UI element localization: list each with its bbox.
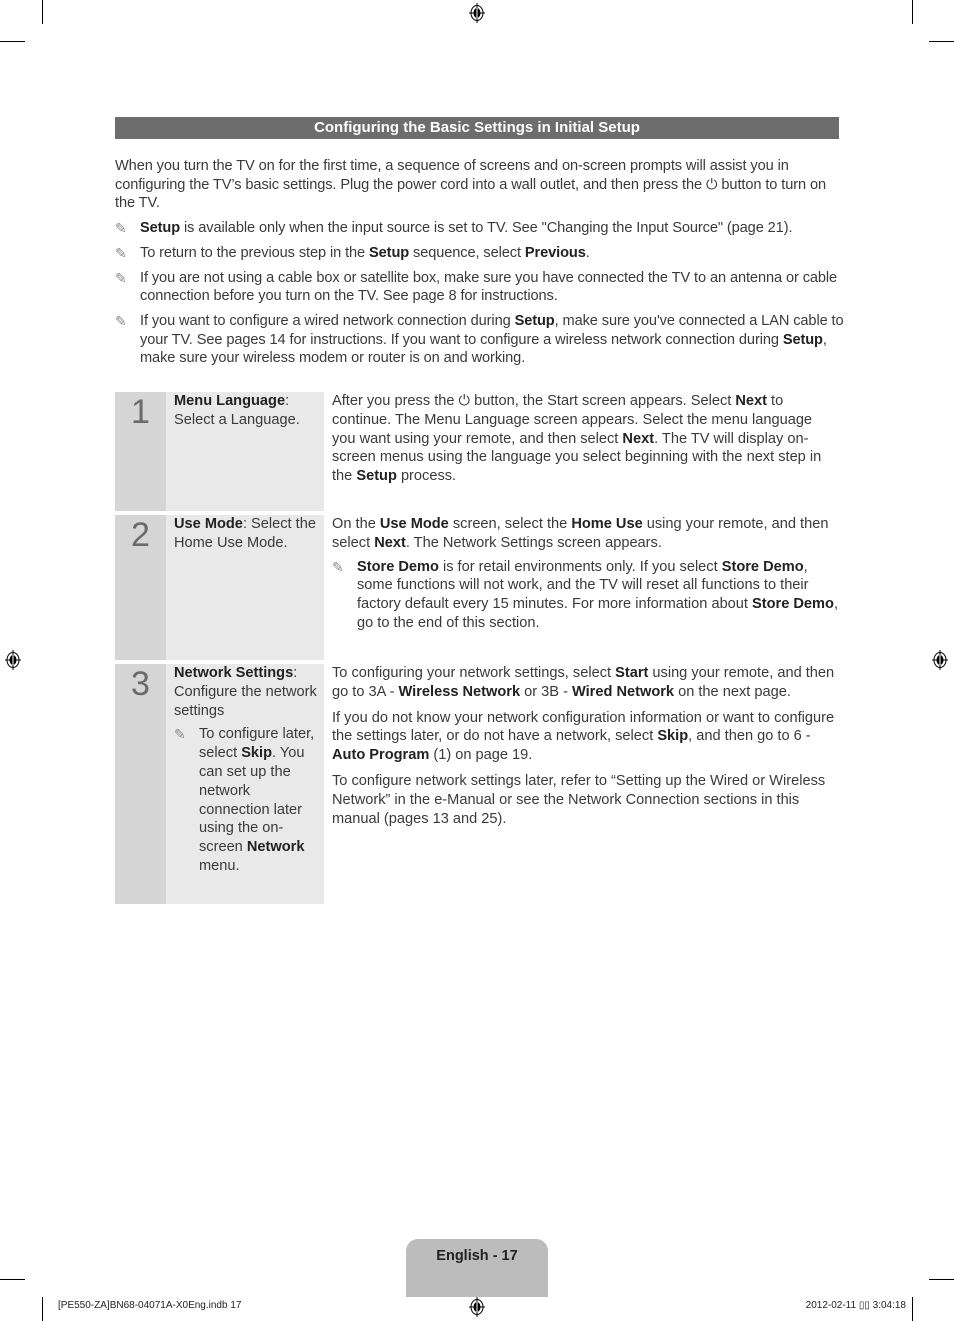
bold-term: Next <box>374 534 406 551</box>
bold-term: Store Demo <box>721 558 804 575</box>
step-label: Network Settings: Configure the network … <box>166 664 324 904</box>
bold-term: Use Mode <box>174 516 243 532</box>
text-run: screen, select the <box>448 516 572 532</box>
text-run: on the next page. <box>674 683 791 700</box>
bold-term: Setup <box>514 312 555 329</box>
note-pencil-icon: ✎ <box>115 244 127 261</box>
step-label: Menu Language: Select a Language. <box>166 392 324 511</box>
file-slug: [PE550-ZA]BN68-04071A-X0Eng.indb 17 <box>58 1300 242 1311</box>
intro-section: When you turn the TV on for the first ti… <box>115 157 845 368</box>
print-timestamp: 2012-02-11 ▯▯ 3:04:18 <box>805 1300 906 1311</box>
text-run: (1) on page 19. <box>429 747 533 764</box>
note: ✎ Store Demo is for retail environments o… <box>332 558 839 633</box>
registration-mark-icon <box>5 650 21 670</box>
intro-text: When you turn the TV on for the first ti… <box>115 158 789 193</box>
step-number: 2 <box>115 515 166 660</box>
steps-table: 1 Menu Language: Select a Language. After … <box>115 392 839 908</box>
text-run: To return to the previous step in the <box>140 244 370 261</box>
crop-mark <box>912 1297 913 1321</box>
text-run: , and then go to 6 - <box>688 728 811 745</box>
bold-term: Store Demo <box>752 596 834 613</box>
bold-term: Next <box>735 393 767 409</box>
step-description: On the Use Mode screen, select the Home … <box>324 515 839 660</box>
text-run: If you want to configure a wired network… <box>140 312 515 329</box>
text-run: . <box>585 244 590 261</box>
note-pencil-icon: ✎ <box>174 726 186 743</box>
bold-term: Previous <box>524 244 586 261</box>
step-number: 3 <box>115 664 166 904</box>
page-number-tab: English - 17 <box>406 1239 548 1297</box>
description-paragraph: To configure network settings later, ref… <box>332 772 839 828</box>
note-pencil-icon: ✎ <box>115 269 127 286</box>
text-run: To configure network settings later, ref… <box>332 772 826 827</box>
crop-mark <box>42 1297 43 1321</box>
step-description: After you press the ⏻ button, the Start … <box>324 392 839 511</box>
bold-term: Setup <box>356 468 397 485</box>
note: ✎ If you are not using a cable box or sat… <box>115 269 845 306</box>
step-number: 1 <box>115 392 166 511</box>
note: ✎ If you want to configure a wired networ… <box>115 312 845 368</box>
bold-term: Start <box>615 665 649 681</box>
crop-mark <box>912 0 913 24</box>
text-run: On the <box>332 516 380 532</box>
text-run: or 3B - <box>520 683 572 700</box>
note: ✎ Setup is available only when the input … <box>115 219 845 238</box>
description-paragraph: On the Use Mode screen, select the Home … <box>332 515 839 553</box>
description-paragraph: If you do not know your network configur… <box>332 709 839 765</box>
crop-mark <box>929 1279 954 1280</box>
step-description: To configuring your network settings, se… <box>324 664 839 904</box>
bold-term: Auto Program <box>332 747 430 764</box>
step-row: 2 Use Mode: Select the Home Use Mode. On t… <box>115 515 839 660</box>
bold-term: Setup <box>369 244 410 261</box>
note: ✎ To return to the previous step in the S… <box>115 244 845 263</box>
bold-term: Setup <box>782 331 823 348</box>
text-run: menu. <box>199 857 240 874</box>
notes-list: ✎ Setup is available only when the input … <box>115 219 845 368</box>
text-run: process. <box>396 468 457 485</box>
note: ✎ To configure later, select Skip. You ca… <box>174 725 324 875</box>
bold-term: Home Use <box>571 516 643 532</box>
crop-mark <box>42 0 43 24</box>
note-pencil-icon: ✎ <box>115 312 127 329</box>
crop-mark <box>0 41 25 42</box>
note-pencil-icon: ✎ <box>115 220 127 237</box>
note-pencil-icon: ✎ <box>332 558 344 575</box>
text-run: After you press the ⏻ button, the Start … <box>332 393 736 409</box>
text-run: is for retail environments only. If you … <box>438 558 722 575</box>
intro-paragraph: When you turn the TV on for the first ti… <box>115 157 845 213</box>
text-run: is available only when the input source … <box>180 220 793 237</box>
section-title: Configuring the Basic Settings in Initia… <box>115 117 839 139</box>
bold-term: Menu Language <box>174 393 286 409</box>
bold-term: Network Settings <box>174 665 294 681</box>
text-run: If you are not using a cable box or sate… <box>140 269 838 305</box>
step-label: Use Mode: Select the Home Use Mode. <box>166 515 324 660</box>
bold-term: Network <box>246 839 305 856</box>
step-row: 3 Network Settings: Configure the network… <box>115 664 839 904</box>
bold-term: Setup <box>140 220 181 237</box>
bold-term: Wired Network <box>571 683 675 700</box>
text-run: . The Network Settings screen appears. <box>405 534 662 551</box>
step-row: 1 Menu Language: Select a Language. After … <box>115 392 839 511</box>
crop-mark <box>0 1279 25 1280</box>
description-paragraph: To configuring your network settings, se… <box>332 664 839 702</box>
description-paragraph: After you press the ⏻ button, the Start … <box>332 392 839 486</box>
bold-term: Skip <box>241 745 273 762</box>
bold-term: Store Demo <box>357 558 439 575</box>
bold-term: Use Mode <box>379 516 449 532</box>
registration-mark-icon <box>932 650 948 670</box>
bold-term: Skip <box>657 728 689 745</box>
text-run: sequence, select <box>409 244 525 261</box>
bold-term: Wireless Network <box>398 683 521 700</box>
registration-mark-icon <box>469 1297 485 1317</box>
text-run: To configuring your network settings, se… <box>332 665 616 681</box>
registration-mark-icon <box>469 3 485 23</box>
bold-term: Next <box>622 430 655 447</box>
crop-mark <box>929 41 954 42</box>
power-icon: ⏻ <box>706 176 718 193</box>
